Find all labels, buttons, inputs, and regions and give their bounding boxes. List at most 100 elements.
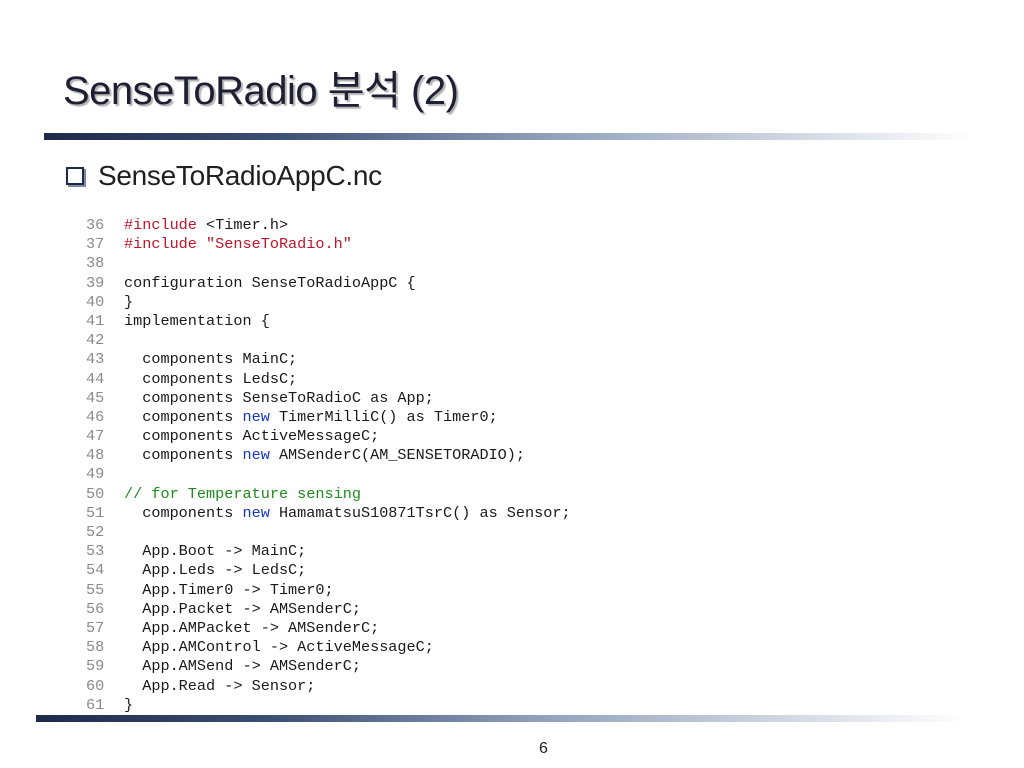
code-token: #include	[124, 216, 207, 234]
code-token: App.Leds -> LedsC;	[124, 561, 307, 580]
slide-title: SenseToRadio 분석 (2)	[63, 69, 459, 113]
code-token: }	[124, 695, 134, 714]
line-number: 42	[86, 331, 105, 350]
code-line: 51 components new HamamatsuS10871TsrC() …	[86, 504, 762, 523]
code-text: // for Temperature sensing	[124, 485, 361, 504]
line-number: 60	[86, 676, 105, 695]
code-line: 43 components MainC;	[86, 350, 762, 369]
line-number: 49	[86, 465, 105, 484]
code-listing: 36 #include <Timer.h> 37 #include "SenseToR…	[86, 216, 762, 718]
code-token: "SenseToRadio.h"	[206, 235, 352, 254]
line-number: 55	[86, 580, 105, 599]
line-number: 45	[86, 388, 105, 407]
page-number: 6	[539, 740, 548, 757]
code-token: }	[124, 292, 134, 311]
bullet-item: SenseToRadioAppC.nc	[66, 158, 382, 194]
code-token: components	[124, 446, 243, 465]
code-token: components	[124, 503, 243, 522]
line-number: 59	[86, 657, 105, 676]
line-number: 43	[86, 350, 105, 369]
code-line: 57 App.AMPacket -> AMSenderC;	[86, 619, 762, 638]
code-line: 59 App.AMSend -> AMSenderC;	[86, 657, 762, 676]
code-line: 52	[86, 523, 762, 542]
code-token: new	[242, 503, 270, 522]
code-text: components new TimerMilliC() as Timer0;	[124, 407, 497, 427]
code-line: 60 App.Read -> Sensor;	[86, 677, 762, 696]
code-token: components	[124, 407, 243, 426]
line-number: 36	[86, 216, 105, 234]
code-text: App.Read -> Sensor;	[124, 677, 315, 696]
line-number: 37	[86, 235, 105, 254]
code-line: 55 App.Timer0 -> Timer0;	[86, 581, 762, 600]
code-line: 38	[86, 254, 762, 273]
code-text: App.Boot -> MainC;	[124, 542, 306, 561]
square-bullet-icon	[66, 167, 84, 185]
code-text: components SenseToRadioC as App;	[124, 389, 434, 408]
code-line: 44 components LedsC;	[86, 370, 762, 389]
code-token: App.Packet -> AMSenderC;	[124, 599, 361, 618]
code-text: App.AMPacket -> AMSenderC;	[124, 619, 379, 638]
code-text: }	[124, 696, 133, 715]
line-number: 48	[86, 446, 105, 465]
code-token: components LedsC;	[124, 369, 298, 388]
code-line: 49	[86, 465, 762, 484]
code-line: 53 App.Boot -> MainC;	[86, 542, 762, 561]
code-token: configuration SenseToRadioAppC {	[124, 273, 416, 292]
code-token: HamamatsuS10871TsrC() as Sensor;	[269, 503, 571, 522]
line-number: 46	[86, 407, 105, 426]
bullet-text: SenseToRadioAppC.nc	[98, 160, 382, 191]
code-line: 39 configuration SenseToRadioAppC {	[86, 274, 762, 293]
code-token: <Timer.h>	[206, 216, 289, 234]
code-text: components new HamamatsuS10871TsrC() as …	[124, 503, 571, 523]
code-text: App.AMSend -> AMSenderC;	[124, 657, 361, 676]
code-text: App.Timer0 -> Timer0;	[124, 581, 333, 600]
line-number: 56	[86, 599, 105, 618]
code-token: components MainC;	[124, 350, 298, 369]
line-number: 51	[86, 503, 105, 522]
code-token: new	[242, 407, 270, 426]
code-line: 40}	[86, 293, 762, 312]
code-token: components SenseToRadioC as App;	[124, 388, 434, 407]
code-text: App.Leds -> LedsC;	[124, 561, 306, 580]
code-line: 46 components new TimerMilliC() as Timer…	[86, 408, 762, 427]
code-text: #include "SenseToRadio.h"	[124, 235, 352, 254]
code-text: components LedsC;	[124, 370, 297, 389]
code-token: App.AMControl -> ActiveMessageC;	[124, 638, 434, 657]
code-token: AMSenderC(AM_SENSETORADIO);	[269, 446, 526, 465]
code-line: 36 #include <Timer.h>	[86, 216, 762, 235]
code-line: 41 implementation {	[86, 312, 762, 331]
code-line: 48 components new AMSenderC(AM_SENSETORA…	[86, 446, 762, 465]
title-divider	[44, 133, 974, 140]
line-number: 52	[86, 523, 105, 541]
code-text: }	[124, 293, 133, 312]
code-text: App.Packet -> AMSenderC;	[124, 600, 361, 619]
line-number: 39	[86, 273, 105, 292]
code-text: components ActiveMessageC;	[124, 427, 379, 446]
line-number: 58	[86, 638, 105, 657]
code-text: configuration SenseToRadioAppC {	[124, 274, 416, 293]
code-token: implementation {	[124, 311, 270, 330]
code-line: 61}	[86, 696, 762, 715]
code-line: 56 App.Packet -> AMSenderC;	[86, 600, 762, 619]
code-line: 50 // for Temperature sensing	[86, 485, 762, 504]
line-number: 41	[86, 311, 105, 330]
code-line: 58 App.AMControl -> ActiveMessageC;	[86, 638, 762, 657]
line-number: 44	[86, 369, 105, 388]
line-number: 54	[86, 561, 105, 580]
line-number: 38	[86, 254, 105, 273]
code-token: // for Temperature sensing	[124, 484, 361, 503]
code-token: new	[242, 446, 270, 465]
code-text: App.AMControl -> ActiveMessageC;	[124, 638, 434, 657]
line-number: 40	[86, 292, 105, 311]
code-text: components new AMSenderC(AM_SENSETORADIO…	[124, 446, 525, 465]
code-token: App.Boot -> MainC;	[124, 542, 307, 561]
line-number: 50	[86, 484, 105, 503]
code-text: components MainC;	[124, 350, 297, 369]
code-token: App.AMPacket -> AMSenderC;	[124, 618, 380, 637]
code-line: 54 App.Leds -> LedsC;	[86, 561, 762, 580]
line-number: 57	[86, 618, 105, 637]
code-text: #include <Timer.h>	[124, 216, 288, 235]
code-token: components ActiveMessageC;	[124, 427, 380, 446]
code-token: App.AMSend -> AMSenderC;	[124, 657, 361, 676]
footer-divider	[36, 715, 966, 722]
